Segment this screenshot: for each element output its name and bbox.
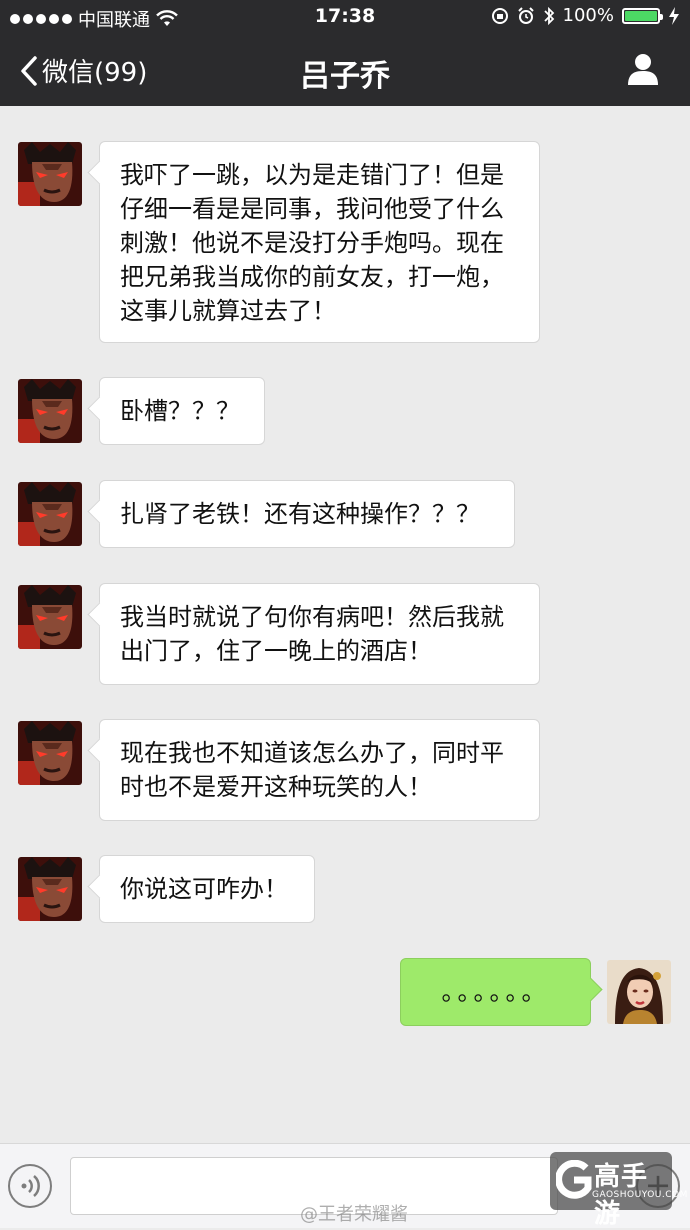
message-bubble[interactable]: 现在我也不知道该怎么办了，同时平 时也不是爱开这种玩笑的人！ — [99, 719, 540, 821]
message-bubble[interactable]: 你说这可咋办！ — [99, 855, 315, 923]
battery-percent: 100% — [562, 5, 614, 26]
gaoshouyou-watermark-logo: 高手游 GAOSHOUYOU.COM — [550, 1152, 687, 1229]
rotation-lock-icon — [491, 7, 508, 24]
battery-icon — [622, 7, 663, 24]
message-line: 扎肾了老铁！还有这种操作？？？ — [120, 500, 480, 528]
status-bar: 中国联通 17:38 100% — [0, 0, 690, 34]
voice-icon — [21, 1175, 40, 1197]
contact-avatar[interactable] — [18, 721, 82, 785]
message-line: 仔细一看是是同事，我问他受了什么 — [120, 195, 504, 223]
profile-icon[interactable] — [626, 52, 660, 86]
chat-title: 吕子乔 — [300, 59, 390, 94]
bluetooth-icon — [543, 6, 554, 25]
g-logo-icon — [556, 1160, 592, 1199]
contact-avatar[interactable] — [18, 857, 82, 921]
message-line: 把兄弟我当成你的前女友，打一炮， — [120, 263, 504, 291]
sent-message-bubble[interactable]: 。。。。。。 — [400, 958, 591, 1026]
contact-avatar[interactable] — [18, 142, 82, 206]
message-line: 卧槽？？？ — [120, 397, 240, 425]
message-bubble[interactable]: 我当时就说了句你有病吧！然后我就 出门了，住了一晚上的酒店！ — [99, 583, 540, 685]
contact-avatar[interactable] — [18, 585, 82, 649]
message-line: 你说这可咋办！ — [120, 875, 288, 903]
message-line: 我当时就说了句你有病吧！然后我就 — [120, 603, 504, 631]
message-line: 刺激！他说不是没打分手炮吗。现在 — [120, 229, 504, 257]
message-bubble[interactable]: 卧槽？？？ — [99, 377, 265, 445]
contact-avatar[interactable] — [18, 379, 82, 443]
message-bubble[interactable]: 扎肾了老铁！还有这种操作？？？ — [99, 480, 515, 548]
message-line: 。。。。。。 — [441, 978, 550, 1006]
status-right: 100% — [491, 5, 680, 26]
message-line: 这事儿就算过去了！ — [120, 297, 336, 325]
charging-icon — [669, 6, 679, 25]
alarm-icon — [517, 6, 534, 24]
weibo-watermark: @王者荣耀酱 — [300, 1200, 408, 1226]
voice-input-button[interactable] — [8, 1164, 52, 1208]
message-line: 现在我也不知道该怎么办了，同时平 — [120, 739, 504, 767]
message-line: 出门了，住了一晚上的酒店！ — [120, 637, 432, 665]
watermark-logo-subtext: GAOSHOUYOU.COM — [592, 1190, 688, 1200]
message-line: 我吓了一跳，以为是走错门了！但是 — [120, 161, 504, 189]
message-bubble[interactable]: 我吓了一跳，以为是走错门了！但是 仔细一看是是同事，我问他受了什么 刺激！他说不… — [99, 141, 540, 343]
weibo-text: @王者荣耀酱 — [300, 1204, 408, 1225]
message-line: 时也不是爱开这种玩笑的人！ — [120, 773, 432, 801]
user-avatar[interactable] — [607, 960, 671, 1024]
contact-avatar[interactable] — [18, 482, 82, 546]
nav-bar: 微信(99) 吕子乔 — [0, 34, 690, 106]
